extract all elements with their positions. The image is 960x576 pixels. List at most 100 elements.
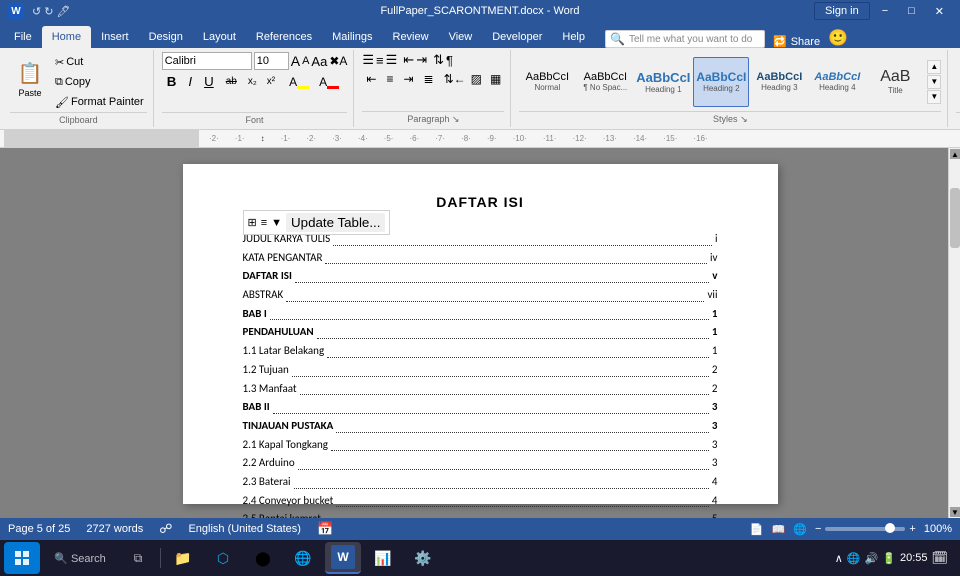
italic-button[interactable]: I (183, 72, 197, 91)
zoom-in-btn[interactable]: + (909, 523, 915, 535)
font-size-input[interactable] (254, 52, 289, 70)
shading-btn[interactable]: ▨ (468, 71, 485, 87)
title-bar-controls: Sign in − □ ✕ (814, 0, 952, 22)
toc-entry-text: TINJAUAN PUSTAKA (243, 417, 334, 436)
taskbar-chrome[interactable]: ⬤ (245, 542, 281, 574)
multilevel-btn[interactable]: ☰ (386, 52, 398, 68)
tab-references[interactable]: References (246, 26, 322, 48)
tell-me-input[interactable]: 🔍 Tell me what you want to do (605, 30, 765, 48)
styles-up-btn[interactable]: ▲ (927, 60, 941, 74)
toc-entry-text: BAB II (243, 398, 270, 417)
justify-btn[interactable]: ≣ (420, 70, 438, 88)
bullets-btn[interactable]: ☰ (362, 52, 374, 68)
scroll-thumb[interactable] (950, 188, 960, 248)
cut-button[interactable]: ✂ Cut (52, 53, 147, 71)
styles-dialog-btn[interactable]: ↘ (740, 114, 748, 124)
font-color-btn[interactable]: A (315, 73, 343, 91)
smiley-button[interactable]: 🙂 (828, 28, 848, 48)
underline-button[interactable]: U (199, 72, 219, 91)
zoom-slider[interactable] (825, 527, 905, 531)
tab-review[interactable]: Review (383, 26, 439, 48)
bold-button[interactable]: B (162, 72, 182, 91)
restore-button[interactable]: □ (900, 0, 923, 22)
taskbar-other2[interactable]: ⚙️ (405, 542, 441, 574)
taskbar-edge[interactable]: ⬡ (205, 542, 241, 574)
style-heading4[interactable]: AaBbCcI Heading 4 (809, 57, 865, 107)
taskbar-word-app[interactable]: W (325, 542, 361, 574)
taskbar-task-view[interactable]: ⧉ (120, 542, 156, 574)
style-normal-preview: AaBbCcI (526, 71, 569, 83)
tab-mailings[interactable]: Mailings (322, 26, 382, 48)
style-heading2[interactable]: AaBbCcI Heading 2 (693, 57, 749, 107)
tab-developer[interactable]: Developer (482, 26, 552, 48)
numbering-btn[interactable]: ≡ (376, 53, 384, 68)
toc-entry-text: 2.3 Baterai (243, 473, 291, 492)
change-case-btn[interactable]: Aa (311, 54, 327, 69)
toc-icon2[interactable]: ≡ (261, 217, 267, 229)
tab-view[interactable]: View (439, 26, 483, 48)
toc-icon3[interactable]: ▼ (271, 217, 282, 229)
taskbar-browser2[interactable]: 🌐 (285, 542, 321, 574)
styles-down-btn[interactable]: ▼ (927, 75, 941, 89)
style-title[interactable]: AaB Title (867, 57, 923, 107)
view-read-btn[interactable]: 📖 (772, 523, 786, 536)
tab-home[interactable]: Home (42, 26, 91, 48)
toc-entry-text: 2.4 Conveyor bucket (243, 492, 334, 511)
notification-btn[interactable]: 🗓 (931, 550, 948, 566)
tab-file[interactable]: File (4, 26, 42, 48)
subscript-button[interactable]: x₂ (244, 74, 261, 89)
view-print-btn[interactable]: 📄 (750, 523, 764, 536)
decrease-indent-btn[interactable]: ⇤ (403, 52, 414, 68)
taskbar-explorer[interactable]: 📁 (165, 542, 201, 574)
replace-button[interactable]: ⇄ Replace (956, 72, 960, 90)
close-button[interactable]: ✕ (927, 0, 952, 22)
toc-entry-dots (324, 507, 709, 518)
style-heading3[interactable]: AaBbCcI Heading 3 (751, 57, 807, 107)
find-button[interactable]: 🔍 Find ▾ (956, 52, 960, 70)
start-button[interactable] (4, 542, 40, 574)
minimize-button[interactable]: − (874, 0, 896, 22)
copy-button[interactable]: ⧉ Copy (52, 73, 147, 91)
paste-button[interactable]: 📋 Paste (10, 52, 50, 106)
scroll-down-btn[interactable]: ▼ (950, 507, 960, 517)
superscript-button[interactable]: x² (263, 74, 279, 89)
toc-entry-dots (295, 264, 709, 283)
tab-design[interactable]: Design (139, 26, 193, 48)
sort-btn[interactable]: ⇅ (433, 52, 444, 68)
scroll-up-btn[interactable]: ▲ (950, 149, 960, 159)
clear-formatting-btn[interactable]: ✖A (329, 54, 347, 68)
tray-up-arrow[interactable]: ∧ (835, 552, 843, 565)
align-center-btn[interactable]: ≡ (382, 70, 397, 88)
font-shrink-btn[interactable]: A (302, 55, 309, 67)
zoom-out-btn[interactable]: − (815, 523, 821, 535)
paste-label: Paste (18, 88, 41, 98)
increase-indent-btn[interactable]: ⇥ (416, 52, 427, 68)
taskbar-other1[interactable]: 📊 (365, 542, 401, 574)
signin-button[interactable]: Sign in (814, 2, 870, 20)
styles-more-btn[interactable]: ▼ (927, 90, 941, 104)
align-left-btn[interactable]: ⇤ (362, 70, 380, 88)
status-bar: Page 5 of 25 2727 words ☍ English (Unite… (0, 518, 960, 540)
border-btn[interactable]: ▦ (487, 71, 504, 87)
toc-icon1[interactable]: ⊞ (248, 216, 257, 229)
strikethrough-button[interactable]: ab (221, 74, 242, 89)
style-normal[interactable]: AaBbCcI Normal (519, 57, 575, 107)
highlight-btn[interactable]: A (285, 73, 313, 91)
format-painter-button[interactable]: 🖌 Format Painter (52, 93, 147, 111)
align-right-btn[interactable]: ⇥ (399, 70, 417, 88)
font-name-input[interactable] (162, 52, 252, 70)
font-grow-btn[interactable]: A (291, 53, 300, 69)
style-no-spacing[interactable]: AaBbCcI ¶ No Spac... (577, 57, 633, 107)
tab-help[interactable]: Help (552, 26, 595, 48)
line-spacing-btn[interactable]: ⇅← (444, 72, 466, 86)
view-web-btn[interactable]: 🌐 (793, 523, 807, 536)
tab-layout[interactable]: Layout (193, 26, 246, 48)
vertical-scrollbar[interactable]: ▲ ▼ (948, 148, 960, 518)
show-formatting-btn[interactable]: ¶ (446, 53, 453, 68)
share-button[interactable]: 🔁 Share (773, 35, 820, 48)
paragraph-dialog-btn[interactable]: ↘ (452, 114, 460, 124)
select-button[interactable]: ▦ Select ▾ (956, 92, 960, 110)
tab-insert[interactable]: Insert (91, 26, 139, 48)
taskbar-search[interactable]: 🔍 Search (40, 542, 120, 574)
style-heading1[interactable]: AaBbCcI Heading 1 (635, 57, 691, 107)
